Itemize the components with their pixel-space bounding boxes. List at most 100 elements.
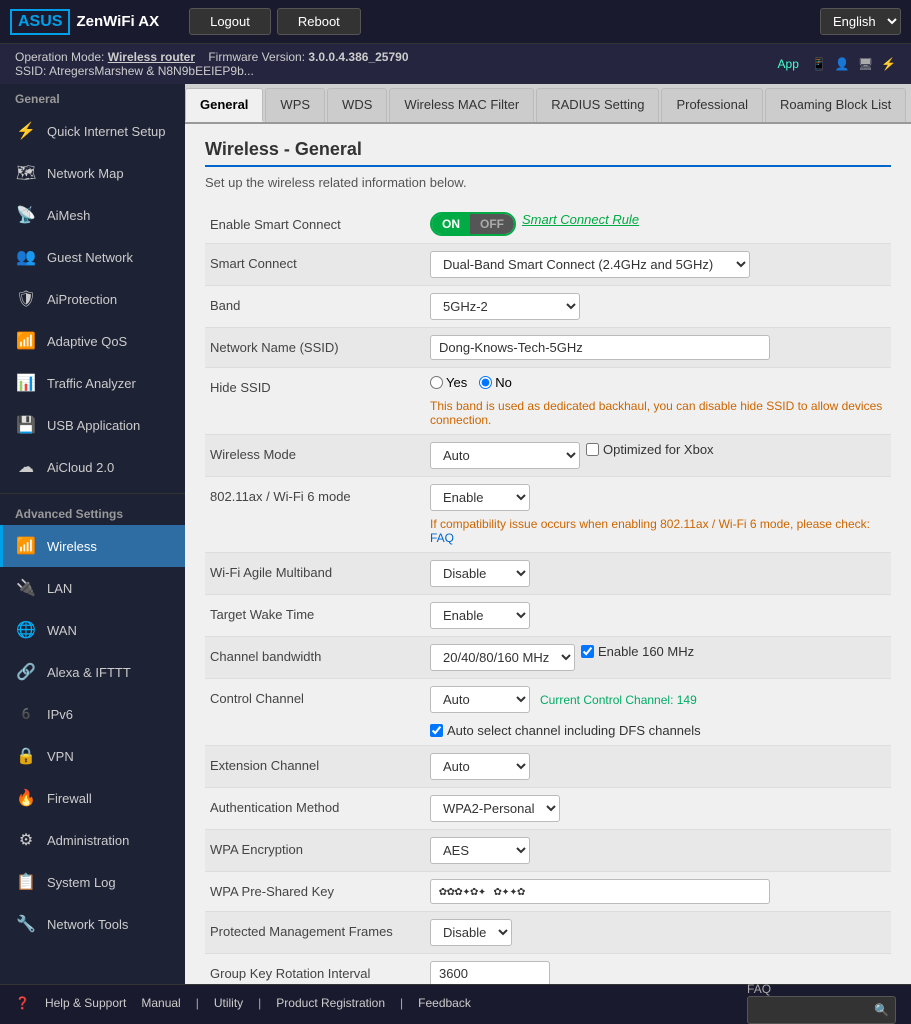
extension-channel-select[interactable]: Auto (430, 753, 530, 780)
smart-connect-toggle[interactable]: ON OFF (430, 212, 516, 236)
enable-160mhz-label[interactable]: Enable 160 MHz (581, 644, 694, 659)
smart-connect-label: Smart Connect (210, 251, 430, 271)
hide-ssid-no-radio[interactable] (479, 376, 492, 389)
hide-ssid-no-label[interactable]: No (479, 375, 512, 390)
sidebar-item-administration[interactable]: ⚙ Administration (0, 819, 185, 861)
settings-table: Enable Smart Connect ON OFF Smart Connec… (205, 205, 891, 984)
target-wake-select[interactable]: Enable (430, 602, 530, 629)
help-support-icon: ❓ (15, 996, 30, 1010)
tab-professional[interactable]: Professional (661, 88, 763, 122)
auth-method-value: WPA2-Personal (430, 795, 886, 822)
feedback-link[interactable]: Feedback (418, 996, 471, 1010)
footer-search-input[interactable] (754, 999, 874, 1021)
tab-general[interactable]: General (185, 88, 263, 122)
auth-method-select[interactable]: WPA2-Personal (430, 795, 560, 822)
agile-select[interactable]: Disable (430, 560, 530, 587)
row-wifi6: 802.11ax / Wi-Fi 6 mode Enable If compat… (205, 477, 891, 553)
sidebar-item-network-tools[interactable]: 🔧 Network Tools (0, 903, 185, 945)
sidebar-label-network-map: Network Map (47, 166, 124, 181)
help-support-link[interactable]: Help & Support (45, 996, 126, 1010)
sidebar-item-lan[interactable]: 🔌 LAN (0, 567, 185, 609)
wifi6-select[interactable]: Enable (430, 484, 530, 511)
optimized-xbox-checkbox[interactable] (586, 443, 599, 456)
enable-160mhz-checkbox[interactable] (581, 645, 594, 658)
extension-channel-label: Extension Channel (210, 753, 430, 773)
sidebar-item-system-log[interactable]: 📋 System Log (0, 861, 185, 903)
tab-radius-setting[interactable]: RADIUS Setting (536, 88, 659, 122)
ssid-input[interactable] (430, 335, 770, 360)
row-enable-smart-connect: Enable Smart Connect ON OFF Smart Connec… (205, 205, 891, 244)
wireless-icon: 📶 (15, 535, 37, 557)
language-select[interactable]: English (820, 8, 901, 35)
guest-network-icon: 👥 (15, 246, 37, 268)
sidebar-item-traffic-analyzer[interactable]: 📊 Traffic Analyzer (0, 362, 185, 404)
app-link[interactable]: App (778, 57, 799, 71)
group-key-input[interactable] (430, 961, 550, 984)
optimized-xbox-label[interactable]: Optimized for Xbox (586, 442, 714, 457)
wan-icon: 🌐 (15, 619, 37, 641)
pmf-select[interactable]: Disable (430, 919, 512, 946)
current-channel-info: Current Control Channel: 149 (540, 693, 697, 707)
wpa-enc-select[interactable]: AES (430, 837, 530, 864)
smart-connect-rule-link[interactable]: Smart Connect Rule (522, 212, 639, 227)
sidebar-item-firewall[interactable]: 🔥 Firewall (0, 777, 185, 819)
wpa-key-input[interactable] (430, 879, 770, 904)
hide-ssid-yes-label[interactable]: Yes (430, 375, 467, 390)
firmware-info: Operation Mode: Wireless router Firmware… (15, 50, 409, 78)
wireless-mode-select[interactable]: Auto (430, 442, 580, 469)
page-title: Wireless - General (205, 139, 891, 167)
firmware-label: Firmware Version: (208, 50, 305, 64)
footer-separator-1: | (196, 996, 199, 1010)
row-auth-method: Authentication Method WPA2-Personal (205, 788, 891, 830)
sidebar-item-quick-internet-setup[interactable]: ⚡ Quick Internet Setup (0, 110, 185, 152)
channel-bw-select[interactable]: 20/40/80/160 MHz (430, 644, 575, 671)
tab-wireless-mac-filter[interactable]: Wireless MAC Filter (389, 88, 534, 122)
sidebar-label-aimesh: AiMesh (47, 208, 90, 223)
control-channel-value: Auto Current Control Channel: 149 Auto s… (430, 686, 886, 738)
sidebar-item-guest-network[interactable]: 👥 Guest Network (0, 236, 185, 278)
reboot-button[interactable]: Reboot (277, 8, 361, 35)
target-wake-value: Enable (430, 602, 886, 629)
network-map-icon: 🗺 (15, 162, 37, 184)
wifi6-faq-link[interactable]: FAQ (430, 531, 454, 545)
hide-ssid-no-text: No (495, 375, 512, 390)
hide-ssid-yes-text: Yes (446, 375, 467, 390)
adaptive-qos-icon: 📶 (15, 330, 37, 352)
manual-link[interactable]: Manual (141, 996, 180, 1010)
auto-dfs-checkbox[interactable] (430, 724, 443, 737)
tab-wds[interactable]: WDS (327, 88, 387, 122)
sidebar-item-vpn[interactable]: 🔒 VPN (0, 735, 185, 777)
sidebar-item-adaptive-qos[interactable]: 📶 Adaptive QoS (0, 320, 185, 362)
row-smart-connect: Smart Connect Dual-Band Smart Connect (2… (205, 244, 891, 286)
sidebar-item-ipv6[interactable]: 6️ IPv6 (0, 693, 185, 735)
auto-dfs-text: Auto select channel including DFS channe… (447, 723, 701, 738)
hide-ssid-yes-radio[interactable] (430, 376, 443, 389)
sidebar-item-aicloud[interactable]: ☁ AiCloud 2.0 (0, 446, 185, 488)
aimesh-icon: 📡 (15, 204, 37, 226)
product-name: ZenWiFi AX (76, 13, 159, 30)
sidebar-item-wan[interactable]: 🌐 WAN (0, 609, 185, 651)
wifi6-info-text: If compatibility issue occurs when enabl… (430, 517, 886, 545)
tab-wps[interactable]: WPS (265, 88, 325, 122)
sidebar-item-network-map[interactable]: 🗺 Network Map (0, 152, 185, 194)
sidebar-label-vpn: VPN (47, 749, 74, 764)
tab-roaming-block-list[interactable]: Roaming Block List (765, 88, 906, 122)
utility-link[interactable]: Utility (214, 996, 243, 1010)
control-channel-select[interactable]: Auto (430, 686, 530, 713)
sidebar-item-aimesh[interactable]: 📡 AiMesh (0, 194, 185, 236)
sidebar-item-alexa-ifttt[interactable]: 🔗 Alexa & IFTTT (0, 651, 185, 693)
page-description: Set up the wireless related information … (205, 175, 891, 190)
sidebar-item-usb-application[interactable]: 💾 USB Application (0, 404, 185, 446)
auto-dfs-label[interactable]: Auto select channel including DFS channe… (430, 723, 701, 738)
sidebar-item-wireless[interactable]: 📶 Wireless (0, 525, 185, 567)
smart-connect-select[interactable]: Dual-Band Smart Connect (2.4GHz and 5GHz… (430, 251, 750, 278)
sidebar-label-system-log: System Log (47, 875, 116, 890)
sidebar: General ⚡ Quick Internet Setup 🗺 Network… (0, 84, 185, 984)
row-control-channel: Control Channel Auto Current Control Cha… (205, 679, 891, 746)
product-reg-link[interactable]: Product Registration (276, 996, 385, 1010)
footer-search-box[interactable]: 🔍 (747, 996, 896, 1024)
header-right: English (820, 8, 901, 35)
band-select[interactable]: 5GHz-2 (430, 293, 580, 320)
sidebar-item-aiprotection[interactable]: 🛡 AiProtection (0, 278, 185, 320)
logout-button[interactable]: Logout (189, 8, 271, 35)
